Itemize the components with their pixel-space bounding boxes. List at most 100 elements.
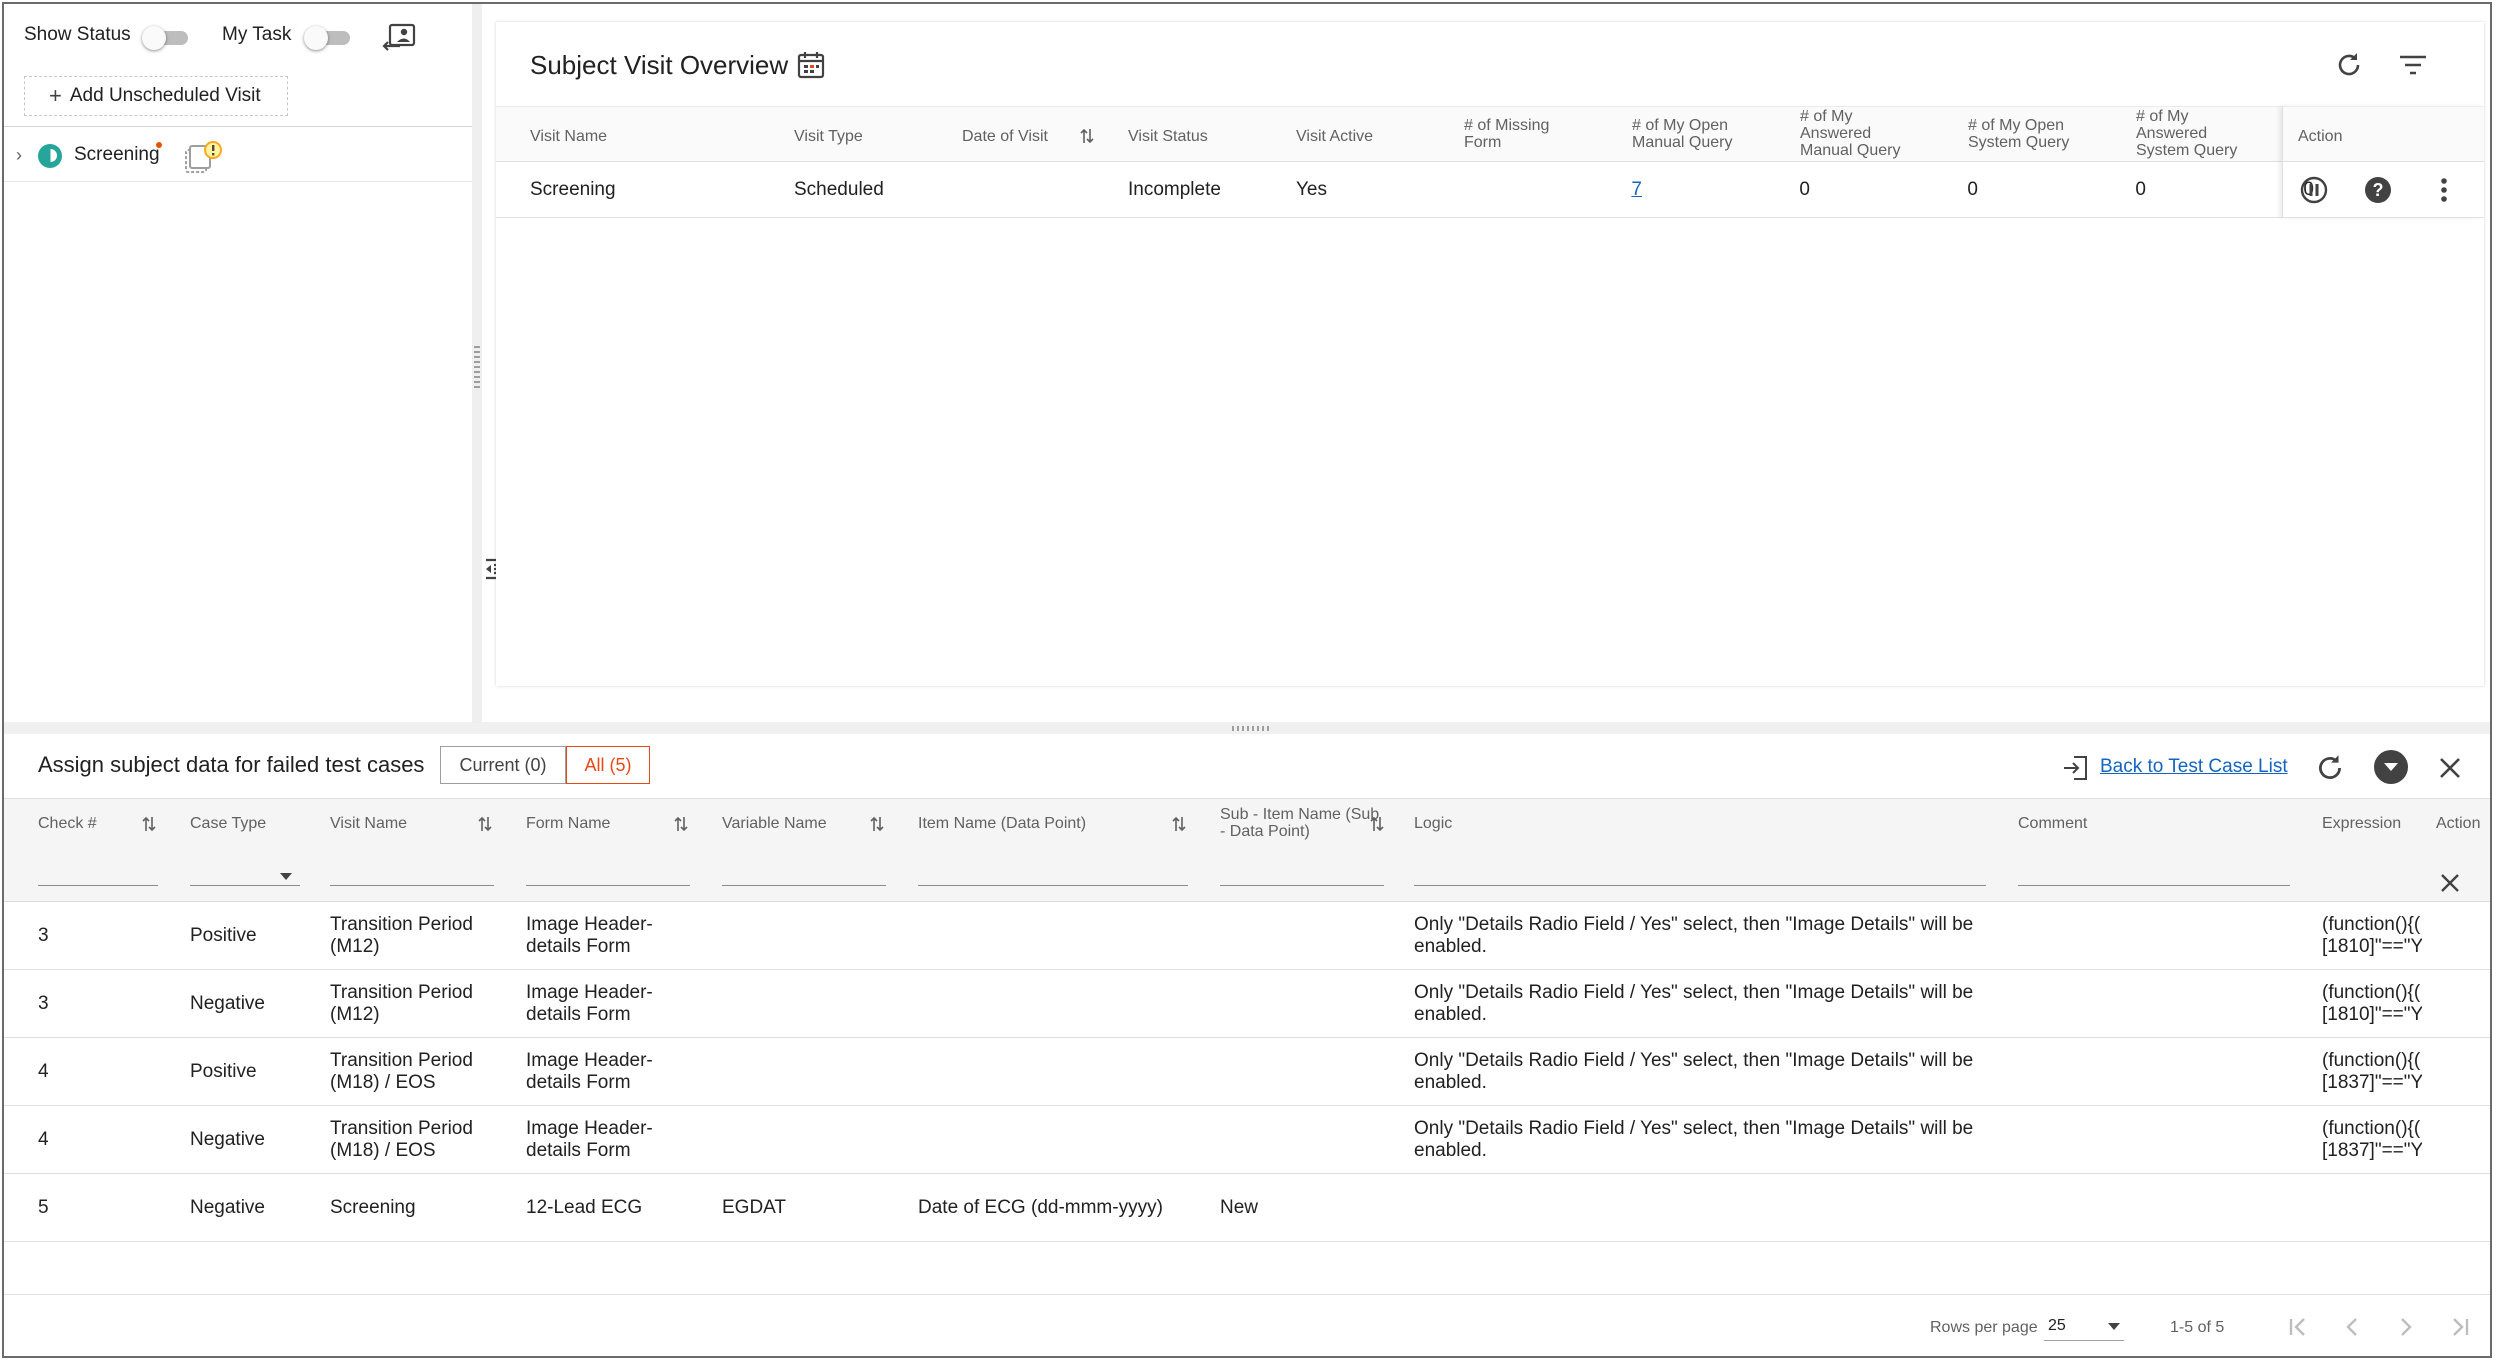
col-visit-name: Visit Name <box>330 815 408 832</box>
rows-per-page-select[interactable]: 25 <box>2044 1313 2124 1341</box>
cell-visit-active: Yes <box>1296 179 1327 200</box>
last-page-icon[interactable] <box>2446 1313 2474 1341</box>
logic-filter-input[interactable] <box>1414 883 1986 886</box>
cell-line: details Form <box>526 1072 631 1093</box>
divider <box>4 126 472 127</box>
col-check: Check # <box>38 815 97 832</box>
vertical-splitter[interactable] <box>472 4 482 722</box>
cell-logic: Only "Details Radio Field / Yes" select,… <box>1414 914 1973 958</box>
calendar-icon[interactable] <box>796 50 826 80</box>
rows-per-page-label: Rows per page <box>1930 1319 2038 1336</box>
sort-icon[interactable] <box>478 815 492 833</box>
cell-check: 5 <box>38 1197 49 1218</box>
cell-line: [1837]"=="Y <box>2322 1072 2422 1093</box>
header-line: # of My Open <box>1632 117 1729 134</box>
cell-line: 12-Lead ECG <box>526 1197 643 1218</box>
test-cases-table-header: Check # Case Type Visit Name Form Name V… <box>4 798 2490 902</box>
chevron-down-icon[interactable] <box>280 873 292 880</box>
first-page-icon[interactable] <box>2284 1313 2312 1341</box>
cell-case-type: Negative <box>190 1197 265 1218</box>
table-row[interactable]: 3 Positive Transition Period (M12) Image … <box>4 902 2490 970</box>
check-filter-input[interactable] <box>38 883 158 886</box>
form-name-filter-input[interactable] <box>526 883 690 886</box>
refresh-icon[interactable] <box>2334 50 2364 80</box>
header-line: Form <box>1464 134 1502 151</box>
pagination-bar: Rows per page 25 1-5 of 5 <box>4 1294 2490 1356</box>
cell-line: Only "Details Radio Field / Yes" select,… <box>1414 1118 1974 1139</box>
subject-visit-overview-panel: Subject Visit Overview Visit Name Visit … <box>496 22 2484 686</box>
splitter-grip[interactable] <box>474 346 480 388</box>
current-filter-button[interactable]: Current (0) <box>440 746 566 784</box>
table-row[interactable]: 3 Negative Transition Period (M12) Image … <box>4 970 2490 1038</box>
table-row[interactable]: 5 Negative Screening 12-Lead ECG EGDAT D… <box>4 1174 2490 1242</box>
cell-line: (function(){( <box>2322 914 2421 935</box>
col-variable-name: Variable Name <box>722 815 827 832</box>
switch-subject-icon[interactable] <box>382 22 416 54</box>
missing-form-link[interactable]: 7 <box>1582 179 1642 201</box>
sort-icon[interactable] <box>142 815 156 833</box>
col-comment: Comment <box>2018 815 2088 832</box>
col-case-type: Case Type <box>190 815 267 832</box>
horizontal-splitter[interactable] <box>4 722 2490 734</box>
next-page-icon[interactable] <box>2392 1313 2420 1341</box>
splitter-grip[interactable] <box>1232 726 1272 731</box>
cell-line: enabled. <box>1414 1004 1487 1025</box>
test-cases-title: Assign subject data for failed test case… <box>38 752 425 777</box>
sort-icon[interactable] <box>1172 815 1186 833</box>
close-icon[interactable] <box>2436 754 2464 782</box>
sub-item-filter-input[interactable] <box>1220 883 1384 886</box>
cell-sub-item-name: New <box>1220 1197 1259 1218</box>
form-warning-icon[interactable] <box>184 140 224 174</box>
col-open-system-query: # of My Open System Query <box>1968 117 2069 151</box>
toggle-knob <box>304 26 328 50</box>
col-answered-system-query: # of My Answered System Query <box>2136 108 2237 159</box>
case-type-filter-select[interactable] <box>190 883 300 886</box>
add-unscheduled-visit-button[interactable]: + Add Unscheduled Visit <box>24 76 288 116</box>
cell-check: 3 <box>38 993 49 1014</box>
table-row[interactable]: Screening Scheduled Incomplete Yes 7 0 0… <box>496 162 2484 218</box>
cell-line: Only "Details Radio Field / Yes" select,… <box>1414 1050 1974 1071</box>
cell-check: 3 <box>38 925 49 946</box>
sort-icon[interactable] <box>674 815 688 833</box>
visit-name-filter-input[interactable] <box>330 883 494 886</box>
previous-page-icon[interactable] <box>2338 1313 2366 1341</box>
clear-filters-icon[interactable] <box>2438 871 2462 895</box>
cell-visit-type: Scheduled <box>794 179 884 200</box>
variable-name-filter-input[interactable] <box>722 883 886 886</box>
header-line: Manual Query <box>1800 142 1901 159</box>
table-row[interactable]: 4 Negative Transition Period (M18) / EOS … <box>4 1106 2490 1174</box>
all-filter-button[interactable]: All (5) <box>566 746 650 784</box>
sort-icon[interactable] <box>1080 127 1094 145</box>
cell-expression: (function(){([1837]"=="Y <box>2322 1050 2422 1094</box>
cell-visit-name: Screening <box>330 1197 416 1219</box>
tree-item-screening[interactable]: › Screening <box>4 128 472 182</box>
visit-tree-panel: Show Status My Task + Add Unscheduled Vi… <box>4 4 472 722</box>
sort-icon[interactable] <box>870 815 884 833</box>
cell-line: Image Header- <box>526 1118 653 1139</box>
refresh-icon[interactable] <box>2314 752 2346 784</box>
cell-check: 4 <box>38 1129 49 1150</box>
back-to-test-case-list-link[interactable]: Back to Test Case List <box>2100 756 2288 778</box>
back-to-list-icon[interactable] <box>2062 754 2090 782</box>
sort-icon[interactable] <box>1370 815 1384 833</box>
filter-icon[interactable] <box>2398 52 2428 78</box>
chevron-right-icon[interactable]: › <box>16 145 22 166</box>
chevron-down-icon[interactable] <box>2374 750 2408 784</box>
cell-form-name: Image Header-details Form <box>526 1118 653 1162</box>
my-task-toggle[interactable] <box>304 26 350 50</box>
cell-visit-name: Transition Period (M12) <box>330 914 473 958</box>
cell-answered-manual-query: 0 <box>1967 179 1978 200</box>
comment-filter-input[interactable] <box>2018 883 2290 886</box>
cell-line: Only "Details Radio Field / Yes" select,… <box>1414 982 1974 1003</box>
col-visit-type: Visit Type <box>794 128 863 145</box>
table-row[interactable]: 4 Positive Transition Period (M18) / EOS … <box>4 1038 2490 1106</box>
item-name-filter-input[interactable] <box>918 883 1188 886</box>
col-visit-status: Visit Status <box>1128 128 1208 145</box>
action-column-shade <box>2282 106 2484 218</box>
show-status-toggle[interactable] <box>142 26 188 50</box>
cell-line: (function(){( <box>2322 1050 2421 1071</box>
header-line: # of My <box>1800 108 1853 125</box>
cell-line: Image Header- <box>526 982 653 1003</box>
cell-expression: (function(){([1837]"=="Y <box>2322 1118 2422 1162</box>
cell-expression: (function(){([1810]"=="Y <box>2322 982 2422 1026</box>
